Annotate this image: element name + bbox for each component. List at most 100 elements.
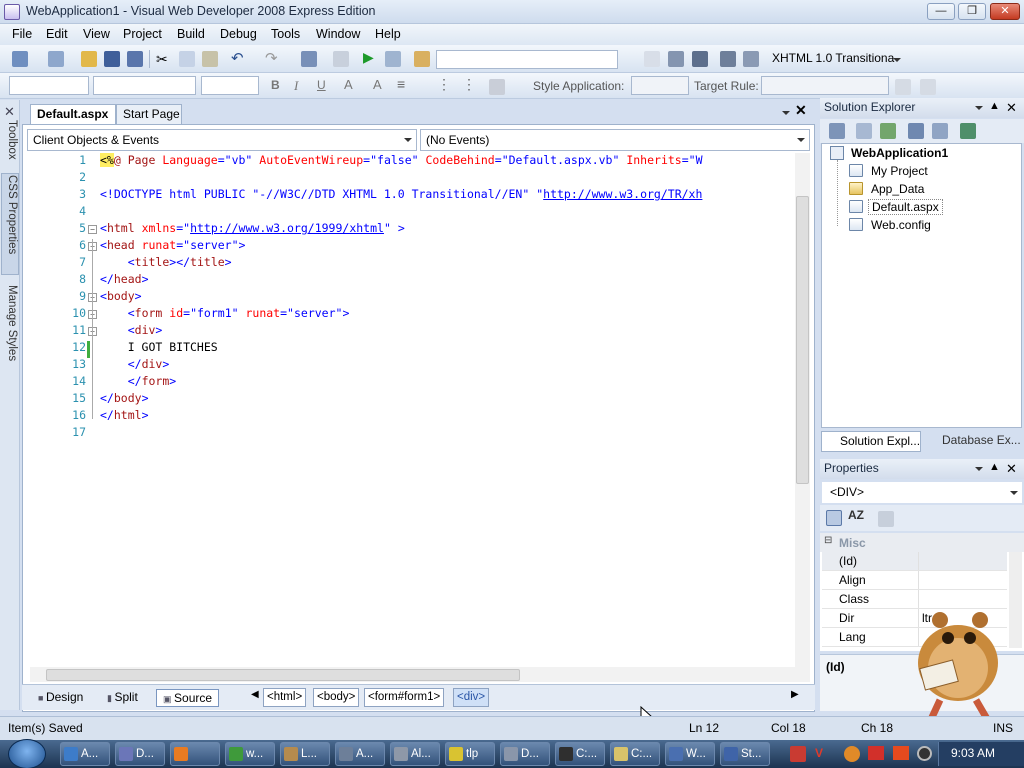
indent-icon[interactable] (668, 51, 684, 67)
tray-media-icon[interactable] (917, 746, 932, 761)
breadcrumb-html[interactable]: <html> (263, 688, 307, 707)
close-panel-icon[interactable]: ✕ (1006, 461, 1017, 477)
close-panel-icon[interactable]: ✕ (1006, 100, 1017, 116)
scroll-thumb[interactable] (796, 196, 809, 484)
pin-icon[interactable]: ✕ (4, 104, 15, 120)
events-dropdown[interactable]: (No Events) (420, 129, 810, 151)
new-style-icon[interactable] (920, 79, 936, 95)
save-icon[interactable] (104, 51, 120, 67)
chevron-down-icon[interactable] (797, 138, 805, 142)
hyperlink-icon[interactable] (489, 79, 505, 95)
code-line[interactable]: I GOT BITCHES (100, 340, 218, 354)
taskbar-button[interactable] (170, 742, 220, 766)
menu-tools[interactable]: Tools (271, 27, 300, 41)
properties-icon[interactable] (829, 123, 845, 139)
crumb-left-icon[interactable]: ◀ (251, 689, 259, 700)
highlight-icon[interactable]: A (373, 77, 382, 92)
find-combo[interactable] (436, 50, 618, 69)
menu-project[interactable]: Project (123, 27, 162, 41)
tree-project[interactable]: WebApplication1 (851, 146, 948, 160)
navigate-forward-icon[interactable] (333, 51, 349, 67)
categorized-icon[interactable] (826, 510, 842, 526)
design-view-button[interactable]: ■ Design (32, 689, 89, 707)
chevron-down-icon[interactable] (893, 58, 901, 62)
navigate-icon[interactable] (301, 51, 317, 67)
property-pages-icon[interactable] (878, 511, 894, 527)
code-line[interactable]: <head runat="server"> (100, 238, 245, 252)
new-project-icon[interactable] (12, 51, 28, 67)
tree-item-my-project[interactable]: My Project (871, 164, 928, 178)
code-line[interactable]: <html xmlns="http://www.w3.org/1999/xhtm… (100, 221, 405, 235)
view-code-icon[interactable] (908, 123, 924, 139)
doctype-dropdown[interactable]: XHTML 1.0 Transitiona (768, 50, 904, 69)
chevron-down-icon[interactable] (975, 467, 983, 471)
code-line[interactable]: </body> (100, 391, 149, 405)
tray-search-icon[interactable] (844, 746, 860, 762)
property-row[interactable]: Class (822, 590, 1007, 609)
refresh-icon[interactable] (880, 123, 896, 139)
alphabetical-icon[interactable]: AZ (848, 508, 864, 522)
property-row[interactable]: (Id) (822, 552, 1007, 571)
split-view-button[interactable]: ▮ Split (101, 689, 144, 707)
code-line[interactable]: <%@ Page Language="vb" AutoEventWireup="… (100, 153, 703, 167)
breadcrumb-form[interactable]: <form#form1> (364, 688, 445, 707)
taskbar-button[interactable]: tlp (445, 742, 495, 766)
code-editor-text[interactable]: 1 <%@ Page Language="vb" AutoEventWireup=… (30, 153, 795, 667)
tree-item-default-aspx[interactable]: Default.aspx (868, 199, 943, 215)
menu-edit[interactable]: Edit (46, 27, 68, 41)
redo-icon[interactable]: ↷ (265, 49, 278, 67)
property-row[interactable]: Align (822, 571, 1007, 590)
code-line[interactable]: </form> (100, 374, 177, 388)
maximize-button[interactable]: ❐ (958, 3, 986, 20)
taskbar-button[interactable]: A... (60, 742, 110, 766)
toolbox-tab[interactable]: Toolbox (2, 120, 18, 160)
code-line[interactable]: </html> (100, 408, 149, 422)
show-all-files-icon[interactable] (856, 123, 872, 139)
format-icon[interactable] (743, 51, 759, 67)
start-button[interactable] (8, 739, 46, 768)
chevron-down-icon[interactable] (1010, 491, 1018, 495)
pin-icon[interactable]: ▲ (989, 461, 1000, 473)
tree-item-web-config[interactable]: Web.config (871, 218, 931, 232)
tray-icon[interactable] (790, 746, 806, 762)
breadcrumb-div[interactable]: <div> (453, 688, 490, 707)
numbered-list-icon[interactable]: ⋮ (437, 76, 451, 93)
code-line[interactable]: </head> (100, 272, 149, 286)
tab-solution-explorer[interactable]: Solution Expl... (821, 431, 921, 452)
taskbar-button[interactable]: L... (280, 742, 330, 766)
align-icon[interactable]: ≡ (397, 76, 405, 92)
tray-app-icon[interactable] (893, 746, 909, 760)
tab-database-explorer[interactable]: Database Ex... (924, 431, 1022, 452)
scroll-thumb[interactable] (46, 669, 520, 681)
uncomment-icon[interactable] (720, 51, 736, 67)
configuration-icon[interactable] (960, 123, 976, 139)
code-line[interactable]: <!DOCTYPE html PUBLIC "-//W3C//DTD XHTML… (100, 187, 702, 201)
taskbar-button[interactable]: C:... (555, 742, 605, 766)
menu-file[interactable]: File (12, 27, 32, 41)
client-objects-dropdown[interactable]: Client Objects & Events (27, 129, 417, 151)
bulleted-list-icon[interactable]: ⋮ (462, 76, 476, 93)
italic-icon[interactable]: I (294, 78, 298, 94)
breadcrumb-body[interactable]: <body> (313, 688, 360, 707)
apply-style-icon[interactable] (895, 79, 911, 95)
style-application-dropdown[interactable] (631, 76, 689, 95)
outdent-icon[interactable] (644, 51, 660, 67)
crumb-right-icon[interactable]: ▶ (791, 689, 799, 700)
taskbar-button[interactable]: A... (335, 742, 385, 766)
save-all-icon[interactable] (127, 51, 143, 67)
taskbar-button[interactable]: Al... (390, 742, 440, 766)
manage-styles-tab[interactable]: Manage Styles (2, 285, 18, 361)
underline-icon[interactable]: U (317, 78, 326, 92)
collapse-icon[interactable]: ⊟ (824, 535, 832, 546)
target-rule-dropdown[interactable] (761, 76, 889, 95)
paste-icon[interactable] (202, 51, 218, 67)
code-line[interactable]: <title></title> (100, 255, 232, 269)
taskbar-button[interactable]: C:... (610, 742, 660, 766)
block-format-dropdown[interactable] (9, 76, 89, 95)
taskbar-button[interactable]: w... (225, 742, 275, 766)
menu-view[interactable]: View (83, 27, 110, 41)
tab-start-page[interactable]: Start Page (116, 104, 182, 124)
copy-icon[interactable] (179, 51, 195, 67)
font-color-icon[interactable]: A (344, 77, 353, 92)
code-line[interactable]: <div> (100, 323, 163, 337)
